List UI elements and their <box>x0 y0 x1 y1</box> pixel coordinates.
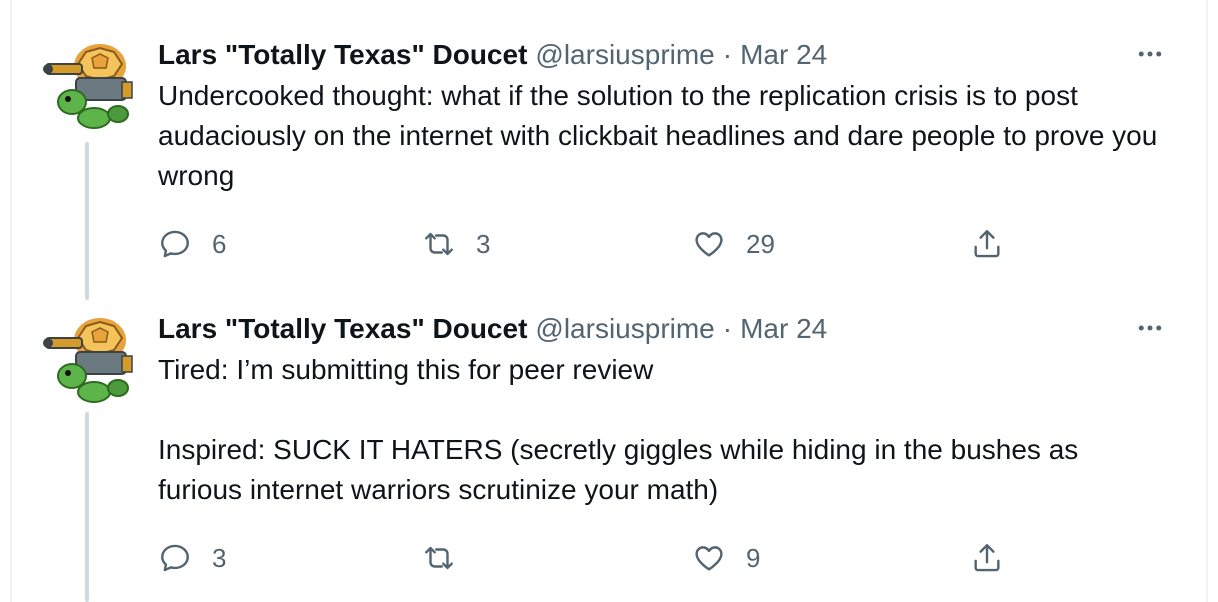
author-handle[interactable]: @larsiusprime <box>535 312 714 346</box>
tweet-header: Lars "Totally Texas" Doucet @larsiusprim… <box>158 312 1170 346</box>
retweet-icon <box>425 546 453 570</box>
turtle-tank-avatar <box>42 36 138 132</box>
separator-dot: · <box>722 313 733 344</box>
reply-button[interactable]: 6 <box>158 224 226 264</box>
share-button[interactable] <box>970 224 1004 264</box>
thread-connector <box>85 412 89 602</box>
retweet-icon <box>425 232 453 256</box>
retweet-count: 3 <box>476 228 491 259</box>
more-horizontal-icon <box>1138 51 1162 57</box>
tweet-header: Lars "Totally Texas" Doucet @larsiusprim… <box>158 38 1170 72</box>
share-button[interactable] <box>970 538 1004 578</box>
avatar[interactable] <box>42 36 138 132</box>
reply-button[interactable]: 3 <box>158 538 226 578</box>
tweet-content: Lars "Totally Texas" Doucet @larsiusprim… <box>158 38 1170 196</box>
avatar[interactable] <box>42 310 138 406</box>
tweet-date[interactable]: Mar 24 <box>740 312 827 346</box>
tweet-content: Lars "Totally Texas" Doucet @larsiusprim… <box>158 312 1170 510</box>
like-count: 9 <box>746 542 761 573</box>
turtle-tank-avatar <box>42 310 138 406</box>
thread-connector <box>85 142 89 300</box>
more-horizontal-icon <box>1138 325 1162 331</box>
tweet-text: Tired: I’m submitting this for peer revi… <box>158 350 1170 510</box>
like-count: 29 <box>746 228 775 259</box>
reply-icon <box>161 544 189 572</box>
frame-border-right <box>1206 0 1208 602</box>
retweet-button[interactable]: 3 <box>422 224 490 264</box>
share-icon <box>974 230 1000 258</box>
like-button[interactable]: 29 <box>692 224 775 264</box>
tweet-paragraph: Inspired: SUCK IT HATERS (secretly giggl… <box>158 434 1079 505</box>
author-name[interactable]: Lars "Totally Texas" Doucet <box>158 38 527 72</box>
frame-border-left <box>10 0 12 602</box>
retweet-button[interactable] <box>422 538 476 578</box>
heart-icon <box>695 546 723 571</box>
reply-count: 6 <box>212 228 227 259</box>
tweet-paragraph: Undercooked thought: what if the solutio… <box>158 80 1158 191</box>
reply-count: 3 <box>212 542 227 573</box>
more-options-button[interactable] <box>1130 34 1170 74</box>
tweet-text: Undercooked thought: what if the solutio… <box>158 76 1170 196</box>
tweet-paragraph: Tired: I’m submitting this for peer revi… <box>158 354 654 385</box>
share-icon <box>974 544 1000 572</box>
reply-icon <box>161 230 189 258</box>
separator-dot: · <box>722 39 733 70</box>
like-button[interactable]: 9 <box>692 538 760 578</box>
tweet-actions: 6 3 29 <box>158 224 1018 264</box>
tweet-actions: 3 9 <box>158 538 1018 578</box>
heart-icon <box>695 232 723 257</box>
author-handle[interactable]: @larsiusprime <box>535 38 714 72</box>
more-options-button[interactable] <box>1130 308 1170 348</box>
tweet-date[interactable]: Mar 24 <box>740 38 827 72</box>
author-name[interactable]: Lars "Totally Texas" Doucet <box>158 312 527 346</box>
